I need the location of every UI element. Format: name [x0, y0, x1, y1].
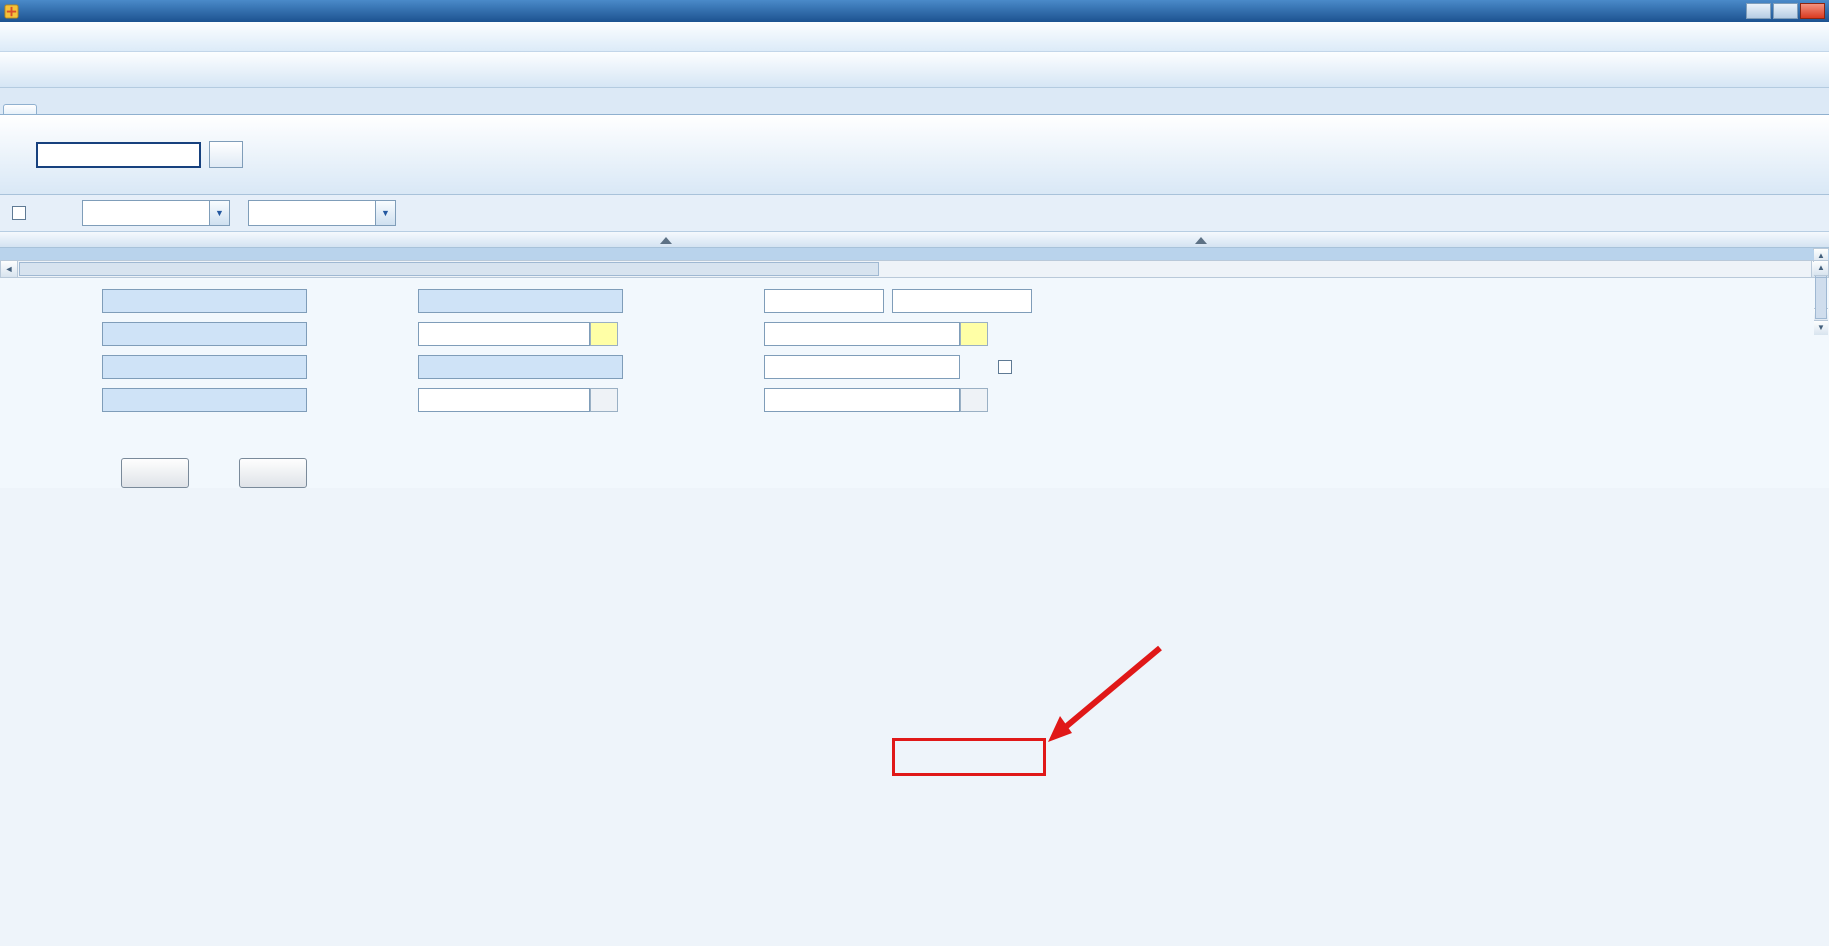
scroll-up-icon[interactable]: ▲	[1814, 261, 1828, 276]
drug-spec-field[interactable]	[418, 288, 623, 313]
date-to-picker[interactable]: ▼	[248, 200, 396, 226]
maximize-button[interactable]	[1773, 3, 1798, 19]
date-from-value	[83, 201, 209, 225]
date-from-dropdown-icon[interactable]: ▼	[209, 201, 229, 225]
count-qty-unit	[590, 387, 618, 412]
gmp-checkbox[interactable]	[998, 359, 1012, 374]
footer-buttons	[121, 458, 1829, 488]
horizontal-scrollbar[interactable]: ◄ ►	[0, 260, 1829, 278]
scroll-down-icon[interactable]: ▼	[1814, 320, 1828, 335]
purchase-price-unit	[590, 321, 618, 346]
retail-price-field[interactable]	[764, 321, 960, 346]
dosage-form-combo[interactable]	[892, 288, 1032, 313]
pack-spec-field[interactable]	[764, 288, 884, 313]
count-qty-field[interactable]	[418, 387, 590, 412]
stock-qty-field[interactable]	[102, 354, 307, 379]
tab-strip	[0, 88, 1829, 115]
date-to-dropdown-icon[interactable]: ▼	[375, 201, 395, 225]
date-from-picker[interactable]: ▼	[82, 200, 230, 226]
tab-outbound-entry[interactable]	[3, 104, 37, 114]
delete-button[interactable]	[239, 458, 307, 488]
order-date-checkbox[interactable]	[12, 206, 26, 220]
scroll-thumb[interactable]	[19, 262, 879, 276]
drug-code-field[interactable]	[102, 321, 307, 346]
detail-form	[0, 278, 1829, 488]
items-vertical-scrollbar[interactable]: ▲ ▼	[1813, 260, 1829, 335]
minimize-button[interactable]	[1746, 3, 1771, 19]
main-toolbar	[0, 52, 1829, 88]
app-icon	[4, 3, 19, 19]
scroll-thumb[interactable]	[1815, 277, 1827, 319]
title-bar	[0, 0, 1829, 22]
remainder-field[interactable]	[764, 387, 960, 412]
hospital-stock-field[interactable]	[418, 354, 623, 379]
menu-bar	[0, 22, 1829, 52]
outbound-qty-field[interactable]	[102, 387, 307, 412]
scroll-left-icon[interactable]: ◄	[1, 261, 18, 277]
batch-no-field[interactable]	[764, 354, 960, 379]
purchase-price-field[interactable]	[418, 321, 590, 346]
date-to-value	[249, 201, 375, 225]
remainder-unit	[960, 387, 988, 412]
date-filter-row: ▼ ▼	[0, 195, 1829, 232]
add-button[interactable]	[121, 458, 189, 488]
annotation-arrow	[1048, 645, 1162, 742]
app-window: ▼ ▼ ▲ ▼ ▲ ▼ ◄ ►	[0, 0, 1829, 488]
drug-name-field[interactable]	[102, 288, 307, 313]
splitter-bar[interactable]	[0, 232, 1829, 248]
action-toolbar	[0, 115, 1829, 195]
locate-input[interactable]	[36, 141, 201, 168]
splitter-collapse-icon	[660, 237, 672, 244]
orders-vertical-scrollbar[interactable]: ▲ ▼	[1813, 248, 1829, 323]
section-gap	[0, 248, 1829, 260]
locate-button[interactable]	[209, 141, 243, 168]
retail-price-unit	[960, 321, 988, 346]
scroll-track[interactable]	[880, 261, 1811, 277]
splitter-collapse-icon	[1195, 237, 1207, 244]
close-button[interactable]	[1800, 3, 1825, 19]
